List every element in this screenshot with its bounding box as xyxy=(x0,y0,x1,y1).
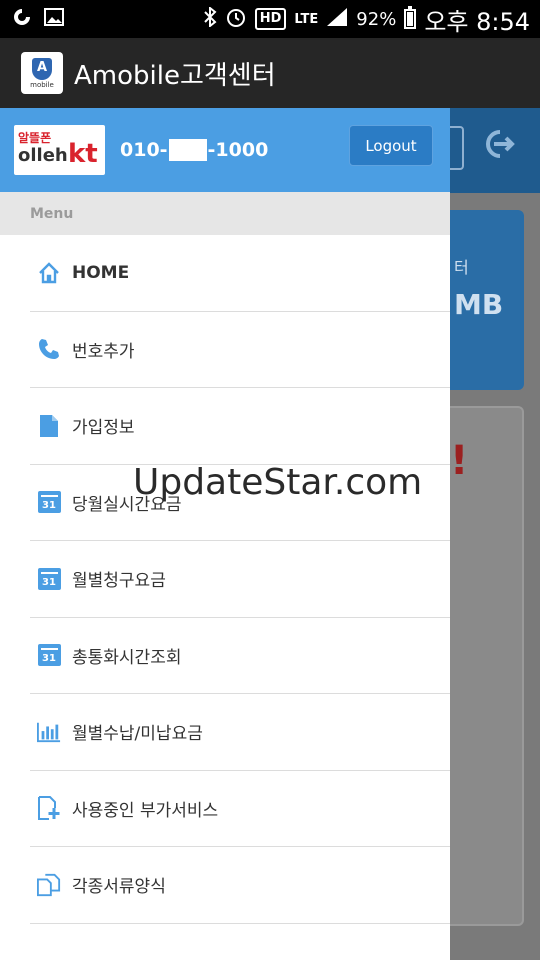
battery-icon xyxy=(404,6,417,29)
add-document-icon xyxy=(37,796,61,821)
background-content: 터 MB ! xyxy=(450,108,540,960)
menu-item-label: 각종서류양식 xyxy=(72,877,166,898)
battery-percent: 92% xyxy=(356,8,397,30)
menu-item-label: 당월실시간요금 xyxy=(72,494,182,515)
signal-icon xyxy=(326,7,348,32)
background-card-label: 터 xyxy=(454,258,469,277)
carrier-kt-text: kt xyxy=(68,139,98,169)
background-header xyxy=(450,108,540,193)
calendar-icon: 31 xyxy=(37,567,61,591)
logout-button[interactable]: Logout xyxy=(349,125,433,166)
image-notification-icon xyxy=(44,7,64,31)
menu-item-subscription-info[interactable]: 가입정보 xyxy=(30,388,450,465)
background-button xyxy=(450,126,464,170)
menu-item-label: 사용중인 부가서비스 xyxy=(72,800,219,821)
menu-item-addon-services[interactable]: 사용중인 부가서비스 xyxy=(30,771,450,847)
calendar-icon: 31 xyxy=(37,490,61,514)
carrier-small-text: 알뜰폰 xyxy=(18,131,52,145)
menu-item-payment-status[interactable]: 월별수납/미납요금 xyxy=(30,694,450,771)
background-card-value: MB xyxy=(454,288,504,321)
bar-chart-icon xyxy=(37,720,61,744)
status-bar: HD LTE 92% 오후 8:54 xyxy=(0,0,540,38)
alarm-icon xyxy=(225,6,247,33)
menu-item-document-forms[interactable]: 각종서류양식 xyxy=(30,847,450,924)
menu-item-home[interactable]: HOME xyxy=(30,235,450,312)
hd-voice-icon: HD xyxy=(254,8,287,30)
menu-item-label: 총통화시간조회 xyxy=(72,647,182,668)
phone-mask xyxy=(168,139,207,161)
menu-item-call-time[interactable]: 31 총통화시간조회 xyxy=(30,618,450,694)
menu-item-add-number[interactable]: 번호추가 xyxy=(30,312,450,388)
carrier-logo: 알뜰폰 olleh kt xyxy=(14,125,105,175)
menu-list: HOME 번호추가 가입정보 31 당월실시간요금 31 월별청구요금 31 총… xyxy=(0,235,450,924)
menu-item-label: HOME xyxy=(72,262,130,283)
shield-icon: A xyxy=(32,57,52,80)
user-header: 알뜰폰 olleh kt 010- -1000 Logout xyxy=(0,108,450,192)
carrier-main-text: olleh xyxy=(18,145,68,166)
menu-item-label: 월별수납/미납요금 xyxy=(72,724,203,745)
logo-subtext: mobile xyxy=(30,80,54,89)
menu-item-label: 가입정보 xyxy=(72,418,135,439)
phone-prefix: 010- xyxy=(120,139,168,161)
phone-suffix: -1000 xyxy=(207,139,269,161)
phone-number: 010- -1000 xyxy=(120,139,268,161)
exit-icon xyxy=(480,128,516,168)
home-icon xyxy=(37,261,61,285)
documents-icon xyxy=(37,873,61,897)
background-promo-graphic: ! xyxy=(450,438,469,484)
app-title: Amobile고객센터 xyxy=(74,60,276,91)
calendar-icon: 31 xyxy=(37,643,61,667)
document-icon xyxy=(37,414,61,438)
navigation-drawer: 알뜰폰 olleh kt 010- -1000 Logout Menu HOME… xyxy=(0,108,450,960)
menu-item-realtime-charges[interactable]: 31 당월실시간요금 xyxy=(30,465,450,541)
lte-icon: LTE xyxy=(294,11,319,27)
clock: 오후 8:54 xyxy=(424,7,530,36)
app-logo[interactable]: A mobile xyxy=(21,52,63,94)
menu-item-label: 번호추가 xyxy=(72,341,135,362)
background-usage-card: 터 MB xyxy=(450,210,524,390)
bluetooth-icon xyxy=(203,5,217,32)
background-promo-card: ! xyxy=(450,406,524,926)
menu-header: Menu xyxy=(0,192,450,235)
app-bar: A mobile Amobile고객센터 xyxy=(0,38,540,108)
phone-icon xyxy=(37,337,61,361)
menu-item-label: 월별청구요금 xyxy=(72,571,166,592)
menu-item-monthly-bill[interactable]: 31 월별청구요금 xyxy=(30,541,450,618)
app-notification-icon xyxy=(12,7,32,32)
